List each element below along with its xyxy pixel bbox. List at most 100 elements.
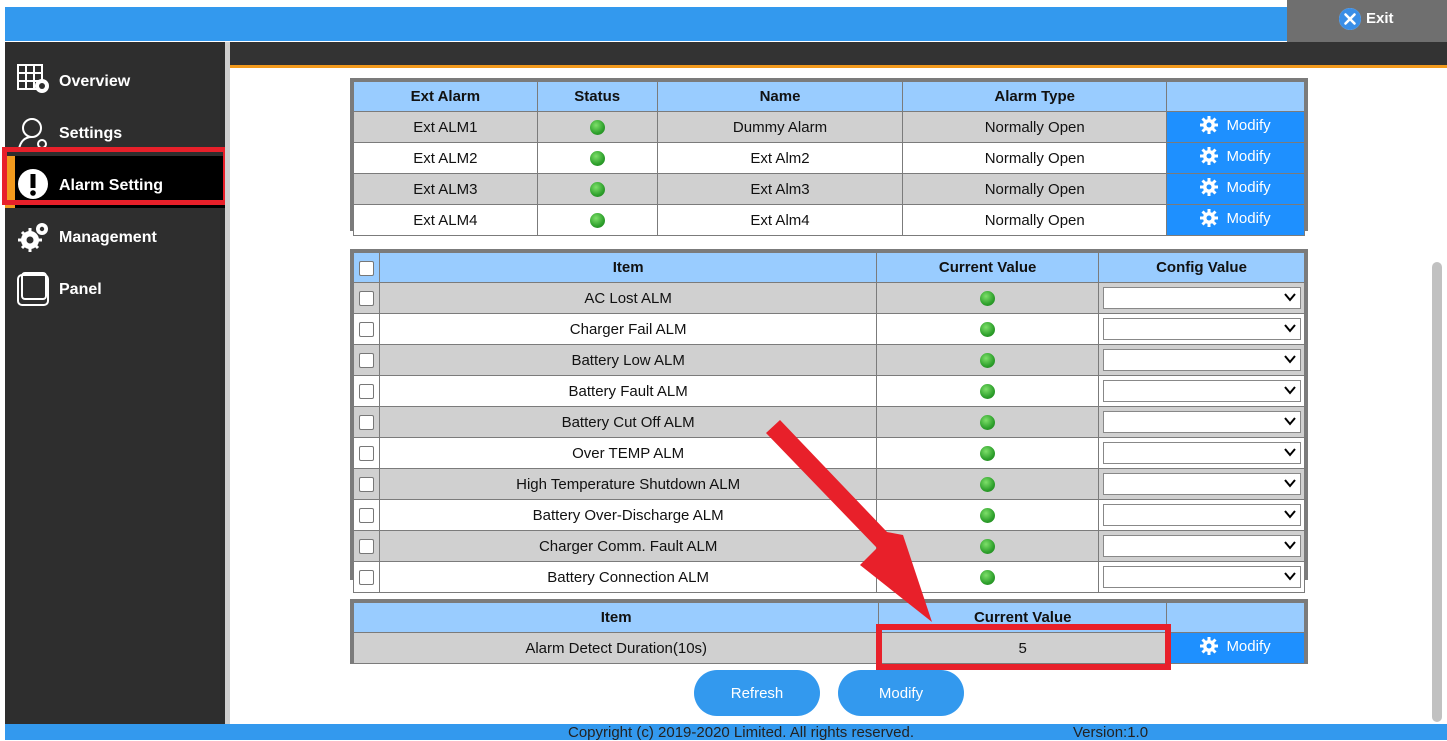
config-value-select[interactable]	[1102, 566, 1301, 588]
column-header: Name	[656, 81, 904, 112]
table-row: AC Lost ALM	[353, 282, 1305, 314]
row-checkbox[interactable]	[358, 415, 374, 431]
exit-button[interactable]: Exit	[1287, 0, 1447, 42]
highlight-box-sidebar	[2, 147, 228, 205]
modify-label: Modify	[1226, 637, 1271, 655]
status-ok-icon	[980, 477, 996, 493]
checkbox-cell	[353, 406, 380, 438]
status-ok-icon	[980, 415, 996, 431]
item-label: Battery Cut Off ALM	[378, 406, 878, 438]
chevron-down-icon	[1283, 417, 1296, 426]
current-value-cell	[876, 499, 1099, 531]
checkbox-cell	[353, 313, 380, 345]
ext-alarm-id: Ext ALM2	[353, 142, 538, 174]
config-value-select[interactable]	[1102, 349, 1301, 371]
sidebar-item-label: Overview	[59, 73, 131, 90]
status-ok-icon	[980, 508, 996, 524]
row-checkbox[interactable]	[358, 539, 374, 555]
sidebar-divider	[225, 42, 230, 724]
config-value-select[interactable]	[1102, 535, 1301, 557]
scrollbar[interactable]	[1432, 262, 1442, 722]
config-value-select[interactable]	[1102, 473, 1301, 495]
ext-alarm-type: Normally Open	[902, 142, 1168, 174]
modify-button[interactable]: Modify	[1166, 142, 1305, 174]
table-row: Ext ALM4 Ext Alm4 Normally Open Modify	[353, 204, 1305, 236]
row-checkbox[interactable]	[358, 322, 374, 338]
row-checkbox[interactable]	[358, 508, 374, 524]
refresh-label: Refresh	[730, 684, 784, 702]
copyright-text: Copyright (c) 2019-2020 Limited. All rig…	[568, 724, 914, 741]
ext-alarm-table: Ext Alarm Status Name Alarm Type Ext ALM…	[350, 78, 1308, 236]
column-header: Current Value	[876, 252, 1099, 283]
status-ok-icon	[980, 570, 996, 586]
item-label: Battery Over-Discharge ALM	[378, 499, 878, 531]
checkbox-cell	[353, 561, 380, 593]
table-row: Ext ALM2 Ext Alm2 Normally Open Modify	[353, 142, 1305, 174]
modify-label: Modify	[1226, 209, 1271, 227]
select-all-checkbox[interactable]	[358, 260, 374, 276]
config-value-select[interactable]	[1102, 442, 1301, 464]
sidebar-item-management[interactable]: Management	[5, 208, 225, 260]
row-checkbox[interactable]	[358, 446, 374, 462]
table-row: Charger Fail ALM	[353, 313, 1305, 345]
config-value-select[interactable]	[1102, 504, 1301, 526]
modify-label: Modify	[878, 684, 924, 702]
checkbox-cell	[353, 344, 380, 376]
gear-icon	[1200, 637, 1219, 655]
table-row: High Temperature Shutdown ALM	[353, 468, 1305, 500]
row-checkbox[interactable]	[358, 291, 374, 307]
column-header: Item	[352, 602, 880, 633]
status-cell	[536, 204, 658, 236]
config-value-select[interactable]	[1102, 287, 1301, 309]
modify-button[interactable]: Modify	[1166, 204, 1305, 236]
config-value-select[interactable]	[1102, 380, 1301, 402]
chevron-down-icon	[1283, 324, 1296, 333]
ext-alarm-name: Ext Alm3	[656, 173, 904, 205]
column-header	[1166, 81, 1305, 112]
config-cell	[1098, 499, 1305, 531]
table-row: Battery Connection ALM	[353, 561, 1305, 593]
refresh-button[interactable]: Refresh	[694, 670, 820, 716]
modify-all-button[interactable]: Modify	[838, 670, 964, 716]
current-value-cell	[876, 313, 1099, 345]
item-label: Charger Fail ALM	[378, 313, 878, 345]
modify-button[interactable]: Modify	[1166, 111, 1305, 143]
status-ok-icon	[980, 291, 996, 307]
config-cell	[1098, 561, 1305, 593]
sidebar: Overview Settings Alarm Setting Manageme…	[5, 42, 225, 724]
config-cell	[1098, 375, 1305, 407]
gear-icon	[1200, 178, 1219, 196]
modify-button[interactable]: Modify	[1166, 173, 1305, 205]
version-text: Version:1.0	[1073, 724, 1149, 741]
sidebar-item-panel[interactable]: Panel	[5, 260, 225, 312]
item-label: Charger Comm. Fault ALM	[378, 530, 878, 562]
status-ok-icon	[589, 213, 605, 229]
chevron-down-icon	[1283, 510, 1296, 519]
item-label: Battery Fault ALM	[378, 375, 878, 407]
duration-item-label: Alarm Detect Duration(10s)	[352, 632, 880, 664]
chevron-down-icon	[1283, 572, 1296, 581]
chevron-down-icon	[1283, 386, 1296, 395]
status-ok-icon	[980, 322, 996, 338]
modify-button[interactable]: Modify	[1166, 632, 1305, 664]
chevron-down-icon	[1283, 448, 1296, 457]
modify-label: Modify	[1226, 116, 1271, 134]
status-ok-icon	[589, 120, 605, 136]
gears-icon	[17, 220, 49, 252]
row-checkbox[interactable]	[358, 570, 374, 586]
checkbox-cell	[353, 282, 380, 314]
table-row: Battery Cut Off ALM	[353, 406, 1305, 438]
table-row: Ext ALM3 Ext Alm3 Normally Open Modify	[353, 173, 1305, 205]
row-checkbox[interactable]	[358, 384, 374, 400]
config-value-select[interactable]	[1102, 318, 1301, 340]
current-value-cell	[876, 561, 1099, 593]
gear-icon	[1200, 209, 1219, 227]
status-ok-icon	[980, 384, 996, 400]
row-checkbox[interactable]	[358, 353, 374, 369]
content-header	[230, 42, 1447, 65]
config-value-select[interactable]	[1102, 411, 1301, 433]
row-checkbox[interactable]	[358, 477, 374, 493]
column-header	[1166, 602, 1305, 633]
current-value-cell	[876, 282, 1099, 314]
sidebar-item-overview[interactable]: Overview	[5, 52, 225, 104]
